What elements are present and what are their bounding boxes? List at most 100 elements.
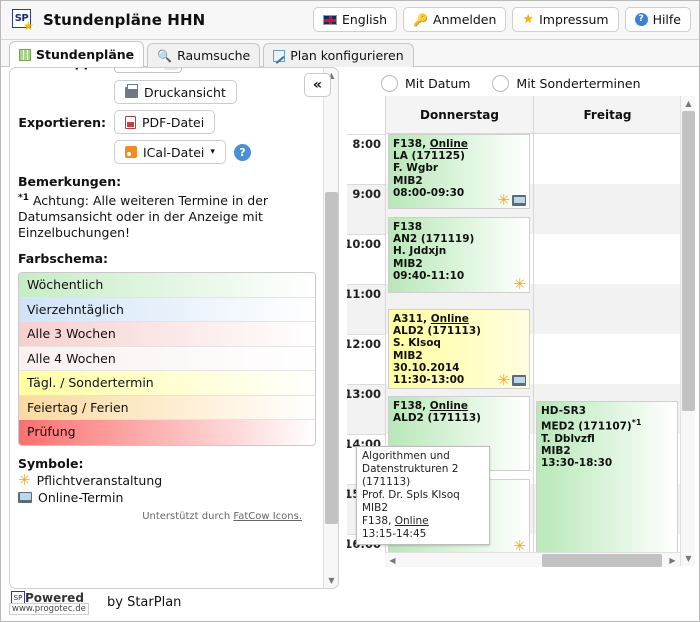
starplan-logo-icon: SP ★	[12, 9, 34, 33]
legend-row-label: Alle 4 Wochen	[27, 350, 116, 366]
event-tooltip: Algorithmen und Datenstrukturen 2 (171113…	[356, 446, 490, 545]
header-button-group: English 🔑 Anmelden ★ Impressum ? Hilfe	[312, 7, 691, 32]
checkbox-icon[interactable]	[381, 75, 398, 92]
symbols-title: Symbole:	[18, 455, 84, 471]
export-help-button[interactable]: ?	[233, 143, 251, 161]
time-label: 13:00	[347, 387, 381, 401]
checkbox-option-1[interactable]: Mit Sonderterminen	[492, 75, 641, 92]
language-button[interactable]: English	[312, 7, 398, 32]
sidebar-panel: « Gruppe: MIB2 Exportieren: Druckansic	[9, 67, 339, 589]
event-group: MIB2	[393, 257, 423, 270]
scroll-up-icon[interactable]: ▲	[681, 96, 696, 111]
tooltip-line-3: Prof. Dr. Spls Klsoq	[362, 489, 460, 501]
colorscheme-legend: Wöchentlich Vierzehntäglich Alle 3 Wochen A…	[18, 272, 316, 446]
event-lecturer: F. Wgbr	[393, 162, 439, 175]
legend-row-label: Wöchentlich	[27, 277, 104, 293]
footer-url: www.progotec.de	[9, 603, 89, 615]
imprint-button-label: Impressum	[539, 12, 609, 27]
event-room: HD-SR3	[541, 405, 587, 417]
tab-plan-konfigurieren[interactable]: Plan konfigurieren	[263, 43, 414, 67]
hour-band	[534, 134, 681, 184]
collapse-sidebar-button[interactable]: «	[304, 73, 331, 97]
time-label: 9:00	[352, 187, 381, 201]
calendar-vertical-scrollbar[interactable]: ▲ ▼	[680, 96, 695, 566]
sidebar-scroll-thumb[interactable]	[325, 192, 338, 524]
export-label: Exportieren:	[18, 114, 106, 130]
group-select-value: MIB2	[120, 68, 150, 69]
symbol-mandatory: ✳ Pflichtveranstaltung	[18, 473, 324, 488]
remarks-title: Bemerkungen:	[18, 174, 122, 189]
legend-row-label: Alle 3 Wochen	[27, 326, 116, 342]
print-view-button[interactable]: Druckansicht	[114, 80, 237, 104]
event-room: F138, Online	[393, 138, 468, 150]
asterisk-icon: ✳	[513, 537, 526, 555]
asterisk-icon: ✳	[497, 371, 510, 389]
event-room: F138, Online	[393, 400, 468, 412]
calendar-event[interactable]: HD-SR3 MED2 (171107)*1 T. Dblvzfl MIB2 13:30…	[536, 401, 678, 566]
ical-export-button[interactable]: ICal-Datei ▾	[114, 140, 226, 164]
event-group: MIB2	[393, 174, 423, 187]
calendar-hscroll-thumb[interactable]	[542, 554, 662, 567]
pdf-icon	[125, 115, 136, 129]
calendar-event[interactable]: F138 AN2 (171119) H. Jddxjn MIB2 09:40-11:10…	[388, 217, 530, 293]
application-window: SP ★ Stundenpläne HHN English 🔑 Anmelden…	[0, 0, 700, 622]
chevron-down-icon[interactable]: ▾	[210, 147, 215, 157]
calendar-options: Mit Datum Mit Sonderterminen	[381, 75, 641, 92]
scroll-down-icon[interactable]: ▼	[681, 551, 696, 566]
group-row: Gruppe: MIB2	[10, 68, 324, 73]
tooltip-line-4: MIB2	[362, 502, 389, 514]
calendar-event[interactable]: F138, Online LA (171125) F. Wgbr MIB2 08:00-…	[388, 134, 530, 209]
checkbox-icon[interactable]	[492, 75, 510, 92]
magnifier-icon: 🔍	[157, 48, 173, 63]
legend-row: Feiertag / Ferien	[19, 395, 315, 421]
help-button-label: Hilfe	[652, 12, 681, 27]
symbol-online: Online-Termin	[18, 490, 324, 505]
symbol-online-label: Online-Termin	[38, 489, 124, 505]
group-select[interactable]: MIB2	[114, 68, 182, 73]
calendar-horizontal-scrollbar[interactable]: ◀ ▶	[385, 552, 680, 567]
tab-raumsuche[interactable]: 🔍 Raumsuche	[147, 43, 261, 67]
calendar-grid: 8:009:0010:0011:0012:0013:0014:0015:0016…	[347, 96, 695, 566]
time-label: 11:00	[347, 287, 381, 301]
event-lecturer: S. Klsoq	[393, 337, 441, 350]
time-label: 10:00	[347, 237, 381, 251]
logo-star-icon: ★	[23, 19, 34, 33]
help-button[interactable]: ? Hilfe	[624, 7, 691, 32]
checkbox-option-0[interactable]: Mit Datum	[381, 75, 470, 92]
legend-row-label: Vierzehntäglich	[27, 301, 124, 317]
credit-line: Unterstützt durch FatCow Icons.	[10, 511, 302, 522]
hour-band	[534, 234, 681, 284]
tab-bar: Stundenpläne 🔍 Raumsuche Plan konfigurie…	[1, 40, 699, 67]
scroll-left-icon[interactable]: ◀	[385, 553, 400, 568]
scroll-down-icon[interactable]: ▼	[324, 573, 338, 588]
legend-row-label: Prüfung	[27, 424, 76, 440]
fatcow-link[interactable]: FatCow Icons.	[233, 511, 302, 522]
legend-row-label: Feiertag / Ferien	[27, 399, 129, 415]
legend-row: Vierzehntäglich	[19, 297, 315, 323]
pdf-export-label: PDF-Datei	[142, 114, 205, 130]
hour-band	[534, 284, 681, 334]
calendar-event[interactable]: A311, Online ALD2 (171113) S. Klsoq MIB2 30.…	[388, 309, 530, 389]
scroll-right-icon[interactable]: ▶	[665, 553, 680, 568]
export-row: Exportieren: Druckansicht PDF-Datei ICal…	[10, 80, 324, 164]
page-title: Stundenpläne HHN	[43, 11, 206, 29]
event-room: A311, Online	[393, 313, 469, 325]
help-icon: ?	[634, 13, 648, 26]
imprint-button[interactable]: ★ Impressum	[512, 7, 619, 32]
pdf-export-button[interactable]: PDF-Datei	[114, 110, 216, 134]
legend-row-label: Tägl. / Sondertermin	[27, 375, 154, 391]
laptop-icon	[512, 375, 526, 386]
legend-row: Alle 4 Wochen	[19, 346, 315, 372]
time-label: 12:00	[347, 337, 381, 351]
event-course: LA (171125)	[393, 150, 465, 163]
calendar-scroll-thumb[interactable]	[682, 111, 695, 411]
ical-export-label: ICal-Datei	[143, 144, 205, 160]
login-button[interactable]: 🔑 Anmelden	[403, 7, 507, 32]
print-view-label: Druckansicht	[144, 84, 226, 100]
star-icon: ★	[522, 12, 535, 27]
tab-stundenplaene[interactable]: Stundenpläne	[9, 41, 145, 67]
sidebar-scrollbar[interactable]: ▲ ▼	[323, 68, 338, 588]
event-course: ALD2 (171113)	[393, 325, 481, 338]
event-markers: ✳	[513, 537, 526, 555]
powered-badge: SP Powered www.progotec.de	[9, 589, 101, 615]
